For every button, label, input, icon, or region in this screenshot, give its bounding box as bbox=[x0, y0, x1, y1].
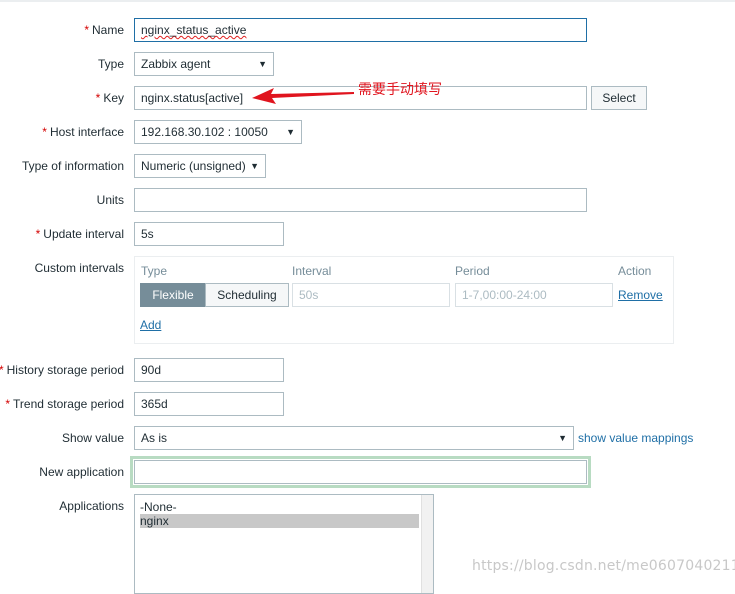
show-value-select[interactable]: As is ▼ bbox=[134, 426, 574, 450]
application-option[interactable]: -None- bbox=[140, 500, 419, 514]
annotation-arrow-icon bbox=[252, 88, 354, 104]
update-interval-label: * Update interval bbox=[35, 227, 124, 241]
custom-intervals-table: Type Interval Period Action Flexible Sch… bbox=[134, 256, 674, 344]
units-input[interactable] bbox=[134, 188, 587, 212]
update-interval-input[interactable]: 5s bbox=[134, 222, 284, 246]
remove-link[interactable]: Remove bbox=[618, 288, 663, 302]
flexible-toggle[interactable]: Flexible bbox=[140, 283, 206, 307]
show-value-mappings-link[interactable]: show value mappings bbox=[578, 431, 693, 445]
period-input[interactable]: 1-7,00:00-24:00 bbox=[455, 283, 613, 307]
trend-storage-period-input[interactable]: 365d bbox=[134, 392, 284, 416]
col-header-interval: Interval bbox=[292, 264, 332, 278]
new-application-highlight bbox=[130, 456, 591, 488]
history-storage-period-input[interactable]: 90d bbox=[134, 358, 284, 382]
applications-listbox[interactable]: -None- nginx bbox=[134, 494, 434, 594]
show-value-label: Show value bbox=[61, 431, 124, 445]
units-label: Units bbox=[96, 193, 124, 207]
watermark: https://blog.csdn.net/me0607040211 bbox=[472, 558, 735, 574]
chevron-down-icon: ▼ bbox=[250, 161, 259, 171]
trend-storage-period-label: * Trend storage period bbox=[5, 397, 124, 411]
name-input[interactable]: nginx_status_active bbox=[134, 18, 587, 42]
chevron-down-icon: ▼ bbox=[258, 59, 267, 69]
name-label: * Name bbox=[84, 23, 124, 37]
col-header-type: Type bbox=[141, 264, 168, 278]
type-of-information-label: Type of information bbox=[21, 159, 124, 173]
key-label: * Key bbox=[95, 91, 124, 105]
applications-label: Applications bbox=[59, 499, 124, 513]
scheduling-toggle[interactable]: Scheduling bbox=[205, 283, 289, 307]
host-interface-label: * Host interface bbox=[42, 125, 124, 139]
host-interface-select[interactable]: 192.168.30.102 : 10050 ▼ bbox=[134, 120, 302, 144]
chevron-down-icon: ▼ bbox=[558, 433, 567, 443]
new-application-input[interactable] bbox=[134, 460, 587, 484]
history-storage-period-label: *History storage period bbox=[0, 363, 124, 377]
custom-intervals-label: Custom intervals bbox=[34, 261, 124, 275]
listbox-scrollbar[interactable] bbox=[421, 495, 433, 593]
interval-input[interactable]: 50s bbox=[292, 283, 450, 307]
chevron-down-icon: ▼ bbox=[286, 127, 295, 137]
type-select[interactable]: Zabbix agent ▼ bbox=[134, 52, 274, 76]
col-header-period: Period bbox=[455, 264, 490, 278]
top-divider bbox=[0, 0, 735, 2]
type-of-information-select[interactable]: Numeric (unsigned) ▼ bbox=[134, 154, 266, 178]
required-marker: * bbox=[84, 23, 89, 37]
add-interval-link[interactable]: Add bbox=[140, 318, 161, 332]
application-option-selected[interactable]: nginx bbox=[140, 514, 419, 528]
annotation-text: 需要手动填写 bbox=[358, 82, 442, 98]
type-label: Type bbox=[97, 57, 124, 71]
key-select-button[interactable]: Select bbox=[591, 86, 647, 110]
col-header-action: Action bbox=[618, 264, 652, 278]
new-application-label: New application bbox=[39, 465, 124, 479]
